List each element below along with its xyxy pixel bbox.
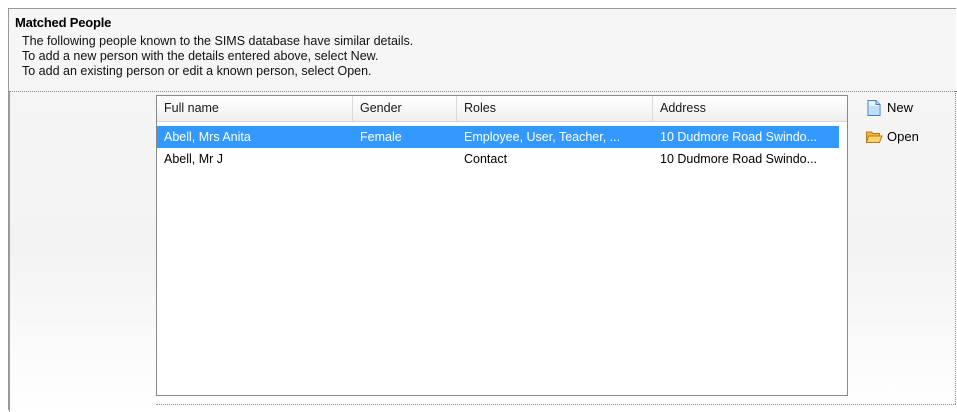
new-button-label: New [887,100,914,115]
divider [156,404,956,405]
divider [9,92,10,412]
open-button-label: Open [887,129,919,144]
description-line: To add a new person with the details ent… [22,49,379,63]
matched-people-panel: Matched People The following people know… [8,8,957,412]
cell-gender: Female [360,130,402,144]
column-header-roles[interactable]: Roles [457,96,653,121]
section-description: The following people known to the SIMS d… [22,34,413,79]
divider [955,91,956,404]
description-line: The following people known to the SIMS d… [22,34,414,48]
cell-address: 10 Dudmore Road Swindo... [660,152,818,166]
description-line: To add an existing person or edit a know… [22,64,372,78]
new-button[interactable]: New [865,97,913,119]
new-document-icon [865,99,883,117]
cell-roles: Contact [464,152,508,166]
divider [9,91,957,92]
cell-gender [353,148,457,170]
cell-full-name: Abell, Mr J [164,152,224,166]
table-row[interactable]: Abell, Mr J Contact 10 Dudmore Road Swin… [157,148,839,170]
section-title: Matched People [15,15,112,30]
column-header-gender[interactable]: Gender [353,96,457,121]
column-header-full-name[interactable]: Full name [157,96,353,121]
open-folder-icon [865,128,883,146]
matched-people-grid[interactable]: Full name Gender Roles Address Abell, Mr… [156,95,848,396]
column-header-address[interactable]: Address [653,96,849,121]
cell-full-name: Abell, Mrs Anita [164,130,251,144]
table-row[interactable]: Abell, Mrs Anita Female Employee, User, … [157,126,839,148]
open-button[interactable]: Open [865,126,919,148]
cell-address: 10 Dudmore Road Swindo... [660,130,818,144]
cell-roles: Employee, User, Teacher, ... [464,130,621,144]
grid-header: Full name Gender Roles Address [157,96,847,122]
